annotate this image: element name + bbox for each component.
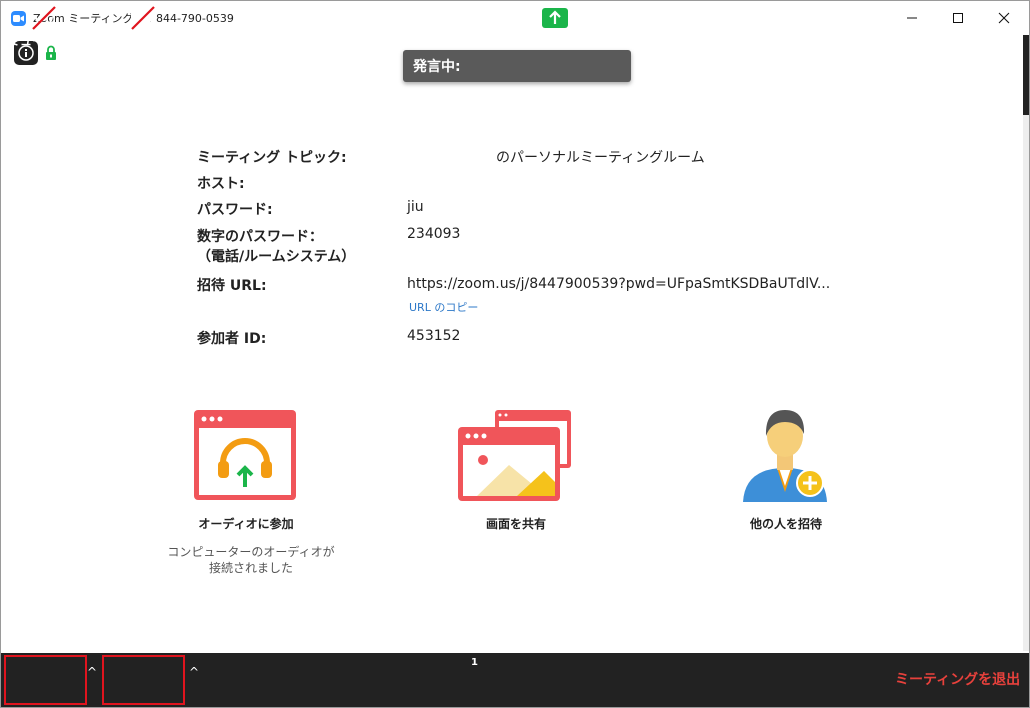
invite-others-button[interactable] — [739, 406, 831, 506]
host-label: ホスト: — [197, 176, 245, 192]
zoom-meeting-window: Zoom ミーティング ID: 844-790-0539 発言中: ミーティング… — [0, 0, 1030, 708]
join-audio-label: オーディオに参加 — [198, 517, 294, 531]
minimize-icon — [907, 17, 917, 19]
maximize-icon — [953, 13, 963, 23]
highlight-box-unmute — [4, 655, 87, 705]
share-screen-label: 画面を共有 — [524, 34, 585, 48]
share-screen-action-label: 画面を共有 — [485, 517, 546, 531]
headset-upload-icon — [194, 410, 296, 500]
share-screen-button[interactable]: 画面を共有 — [513, 1, 597, 55]
unmute-button[interactable]: ミュート解除 — [5, 1, 83, 55]
invite-others-label: 他の人を招待 — [749, 517, 822, 531]
record-button[interactable]: レコーディング — [673, 1, 759, 55]
password-label: パスワード: — [197, 202, 273, 218]
video-options-chevron-up-icon[interactable]: ^ — [189, 665, 199, 679]
audio-options-chevron-up-icon[interactable]: ^ — [87, 665, 97, 679]
scrollbar-track-dark — [1023, 35, 1029, 115]
invite-url-value: https://zoom.us/j/8447900539?pwd=UFpaSmt… — [407, 276, 831, 292]
participants-label: 参加者 — [435, 34, 472, 48]
join-audio-status: コンピューターのオーディオが 接続されました — [151, 544, 351, 576]
unmute-label: ミュート解除 — [7, 34, 80, 48]
participants-count-badge: 1 — [471, 657, 478, 668]
record-icon — [704, 6, 728, 30]
participants-button[interactable]: 参加者 — [422, 1, 486, 55]
record-label: レコーディング — [674, 34, 758, 48]
highlight-box-video — [102, 655, 185, 705]
join-audio-button[interactable] — [193, 409, 297, 501]
numeric-password-sublabel: （電話/ルームシステム） — [197, 249, 356, 265]
chat-bubble-icon — [625, 8, 649, 28]
close-icon — [998, 12, 1010, 24]
start-video-button[interactable]: ビデオの開始 — [104, 1, 182, 55]
numeric-password-value: 234093 — [407, 226, 461, 242]
close-button[interactable] — [981, 1, 1027, 35]
active-speaker-label: 発言中: — [413, 59, 461, 75]
share-screen-action-button[interactable] — [457, 409, 573, 503]
numeric-password-label: 数字のパスワード： — [197, 229, 323, 245]
scrollbar-track[interactable] — [1023, 115, 1029, 651]
participant-id-value: 453152 — [407, 328, 461, 344]
muted-microphone-icon — [32, 6, 56, 30]
invite-button[interactable]: 招待 — [331, 1, 393, 55]
share-screen-illustration-icon — [458, 410, 571, 501]
add-person-icon — [350, 8, 375, 28]
invite-person-icon — [743, 410, 827, 502]
share-screen-arrow-icon — [542, 8, 568, 28]
invite-label: 招待 — [349, 34, 374, 48]
video-off-camera-icon — [131, 6, 156, 30]
chat-button[interactable]: チャット — [607, 1, 667, 55]
join-audio-status-line1: コンピューターのオーディオが — [167, 545, 335, 559]
minimize-button[interactable] — [889, 1, 935, 35]
chat-label: チャット — [613, 34, 661, 48]
start-video-label: ビデオの開始 — [106, 34, 179, 48]
topic-value: のパーソナルミーティングルーム — [496, 150, 705, 166]
join-audio-status-line2: 接続されました — [208, 561, 293, 575]
participants-icon — [440, 8, 468, 28]
copy-url-link[interactable]: URL のコピー — [409, 299, 478, 315]
invite-url-label: 招待 URL: — [197, 278, 267, 294]
leave-meeting-button[interactable]: ミーティングを退出 — [895, 669, 1020, 689]
topic-label: ミーティング トピック: — [197, 150, 347, 166]
maximize-button[interactable] — [935, 1, 981, 35]
participant-id-label: 参加者 ID: — [197, 331, 267, 347]
password-value: jiu — [407, 199, 424, 215]
